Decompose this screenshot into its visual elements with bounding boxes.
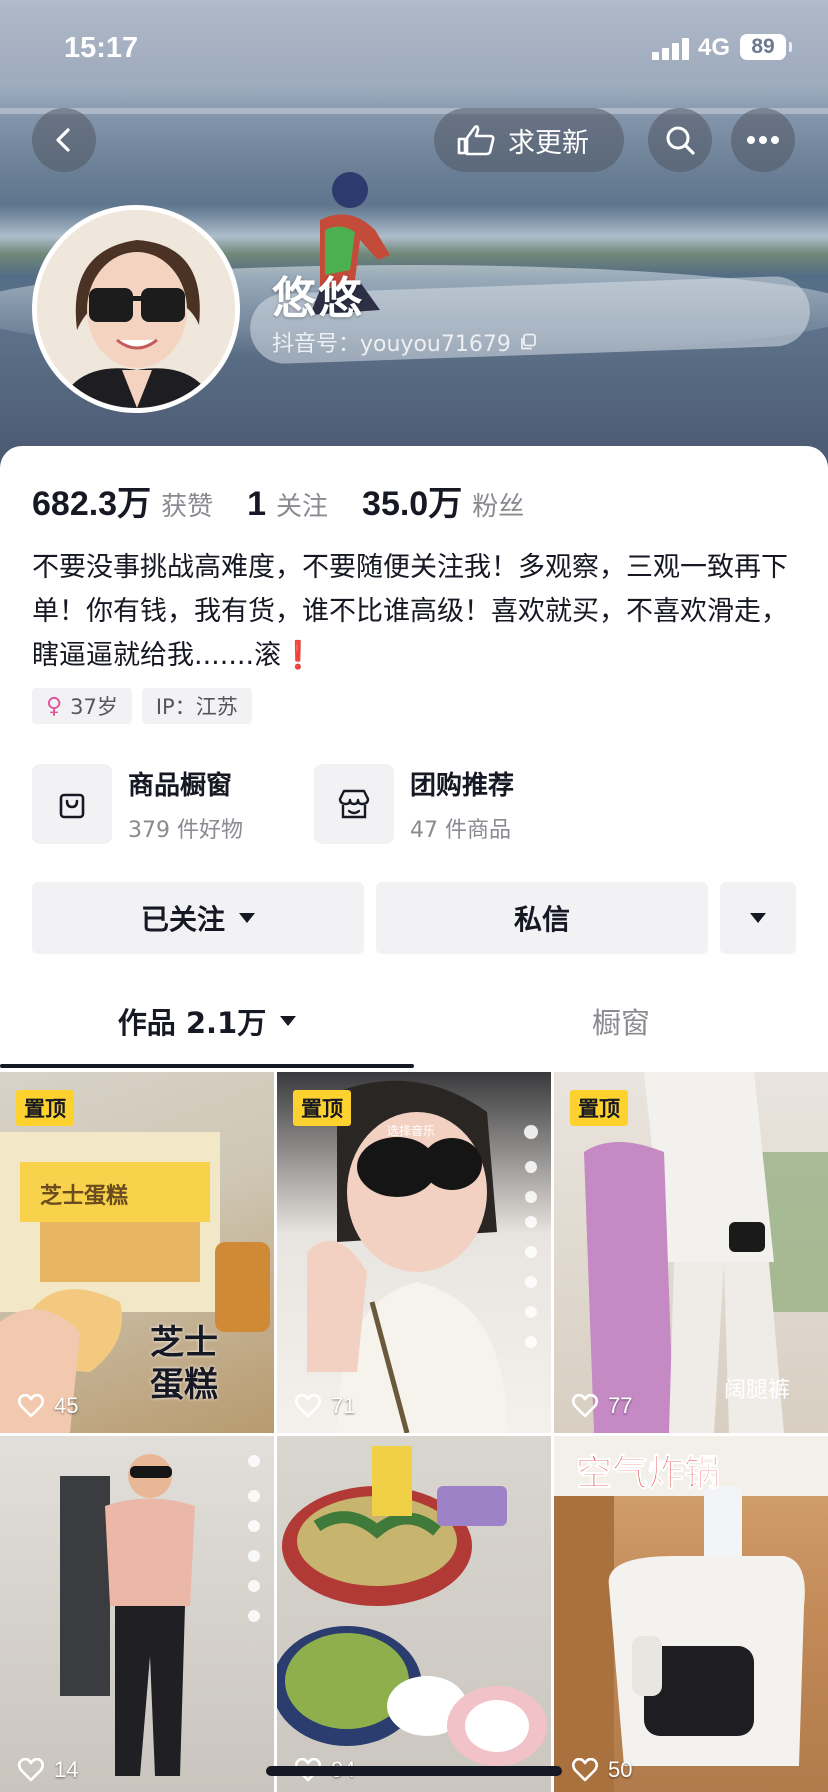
video-tile[interactable]: 阔腿裤 置顶 77	[554, 1072, 828, 1433]
video-overlay-caption: 阔腿裤	[724, 1378, 791, 1403]
video-likes-count: 71	[331, 1393, 356, 1418]
copy-icon[interactable]	[519, 333, 537, 351]
group-buy-title: 团购推荐	[410, 770, 515, 801]
product-showcase-entry[interactable]: 商品橱窗 379 件好物	[32, 764, 243, 844]
heart-icon	[572, 1758, 598, 1782]
pinned-badge: 置顶	[570, 1090, 628, 1126]
likes-label: 获赞	[161, 492, 214, 522]
following-count[interactable]: 1	[247, 485, 266, 524]
group-buy-entry[interactable]: 团购推荐 47 件商品	[314, 764, 514, 844]
video-likes: 77	[572, 1393, 632, 1419]
request-update-label: 求更新	[508, 127, 589, 159]
shopping-bag-icon	[32, 764, 112, 844]
likes-count[interactable]: 682.3万	[32, 476, 151, 525]
video-likes-count: 45	[54, 1393, 79, 1418]
followed-label: 已关注	[140, 903, 225, 936]
bio-exclamation-mark: ❗	[281, 640, 315, 671]
caret-down-icon	[280, 1016, 297, 1026]
ip-location-label: IP：江苏	[155, 695, 238, 719]
douyin-id-text: 抖音号：youyou71679	[272, 332, 511, 357]
age-label: 37岁	[70, 695, 118, 719]
video-likes: 45	[18, 1393, 78, 1419]
message-button[interactable]: 私信	[376, 882, 708, 954]
video-likes: 71	[295, 1393, 355, 1419]
bio-text: 不要没事挑战高难度，不要随便关注我！多观察，三观一致再下单！你有钱，我有货，谁不…	[32, 552, 788, 671]
search-icon	[666, 126, 695, 155]
cellular-signal-icon	[652, 38, 692, 60]
expand-recommendations-button[interactable]	[720, 882, 796, 954]
video-likes: 50	[572, 1757, 632, 1783]
profile-stats: 682.3万 获赞 1 关注 35.0万 粉丝	[32, 476, 558, 525]
video-overlay-caption: 芝士蛋糕	[40, 1184, 129, 1209]
tab-works-label: 作品 2.1万	[117, 1006, 267, 1040]
active-tab-indicator	[0, 1064, 414, 1068]
request-update-button[interactable]: 求更新	[434, 108, 624, 172]
banner-horizon	[0, 108, 828, 114]
pointing-hand-icon	[457, 125, 495, 156]
video-tile[interactable]: 选择音乐 置顶 71	[277, 1072, 551, 1433]
video-overlay-caption: 芝士蛋糕	[150, 1323, 218, 1405]
video-thumbnail-food	[277, 1446, 547, 1766]
avatar[interactable]	[32, 205, 240, 413]
followed-button[interactable]: 已关注	[32, 882, 364, 954]
tab-works[interactable]: 作品 2.1万	[0, 986, 414, 1056]
video-likes-count: 77	[608, 1393, 633, 1418]
pinned-badge: 置顶	[293, 1090, 351, 1126]
more-dots-icon	[747, 136, 779, 144]
female-icon: ♀	[46, 693, 63, 719]
video-thumbnail-cake	[0, 1132, 270, 1433]
pinned-badge: 置顶	[16, 1090, 74, 1126]
age-tag: ♀ 37岁	[32, 688, 132, 724]
video-overlay-caption: 空气炸锅	[575, 1453, 721, 1495]
ip-location-tag: IP：江苏	[141, 688, 252, 724]
tab-showcase-label: 橱窗	[591, 1006, 650, 1040]
heart-icon	[295, 1394, 321, 1418]
group-buy-count: 47 件商品	[410, 817, 511, 843]
following-label: 关注	[276, 492, 329, 522]
network-type: 4G	[698, 34, 731, 61]
content-tabs: 作品 2.1万 橱窗	[0, 986, 828, 1062]
video-overlay-caption: 选择音乐	[387, 1124, 436, 1138]
video-tile[interactable]: 94	[277, 1436, 551, 1792]
message-label: 私信	[513, 903, 570, 936]
status-time: 15:17	[64, 32, 139, 64]
avatar-portrait	[37, 210, 235, 408]
battery-icon: 89	[740, 34, 792, 60]
followers-count[interactable]: 35.0万	[362, 476, 462, 525]
status-bar: 15:17 4G 89	[0, 0, 828, 100]
profile-tags: ♀ 37岁 IP：江苏	[32, 688, 252, 724]
caret-down-icon	[750, 913, 766, 923]
profile-nickname: 悠悠	[272, 273, 364, 324]
heart-icon	[572, 1394, 598, 1418]
followers-label: 粉丝	[472, 492, 525, 522]
search-button[interactable]	[648, 108, 712, 172]
heart-icon	[18, 1394, 44, 1418]
tab-showcase[interactable]: 橱窗	[414, 986, 828, 1056]
video-likes: 14	[18, 1757, 78, 1783]
product-showcase-title: 商品橱窗	[128, 770, 233, 801]
chevron-left-icon	[56, 128, 70, 152]
caret-down-icon	[239, 913, 255, 923]
video-tile[interactable]: 芝士蛋糕 芝士蛋糕 置顶 45	[0, 1072, 274, 1433]
video-grid: 芝士蛋糕 芝士蛋糕 置顶 45 选择音乐 置顶 71 阔腿裤 置顶 77 14 …	[0, 1072, 828, 1792]
product-showcase-count: 379 件好物	[128, 817, 243, 843]
back-button[interactable]	[32, 108, 96, 172]
battery-level: 89	[751, 35, 775, 58]
video-likes-count: 14	[54, 1757, 79, 1782]
heart-icon	[18, 1758, 44, 1782]
profile-bio: 不要没事挑战高难度，不要随便关注我！多观察，三观一致再下单！你有钱，我有货，谁不…	[32, 546, 796, 678]
home-indicator[interactable]	[266, 1766, 562, 1776]
video-tile[interactable]: 14	[0, 1436, 274, 1792]
store-icon	[314, 764, 394, 844]
more-options-button[interactable]	[731, 108, 795, 172]
video-likes-count: 50	[608, 1757, 633, 1782]
douyin-id[interactable]: 抖音号：youyou71679	[272, 326, 537, 358]
video-tile[interactable]: 空气炸锅 50	[554, 1436, 828, 1792]
video-thumbnail-outfit	[60, 1454, 260, 1776]
